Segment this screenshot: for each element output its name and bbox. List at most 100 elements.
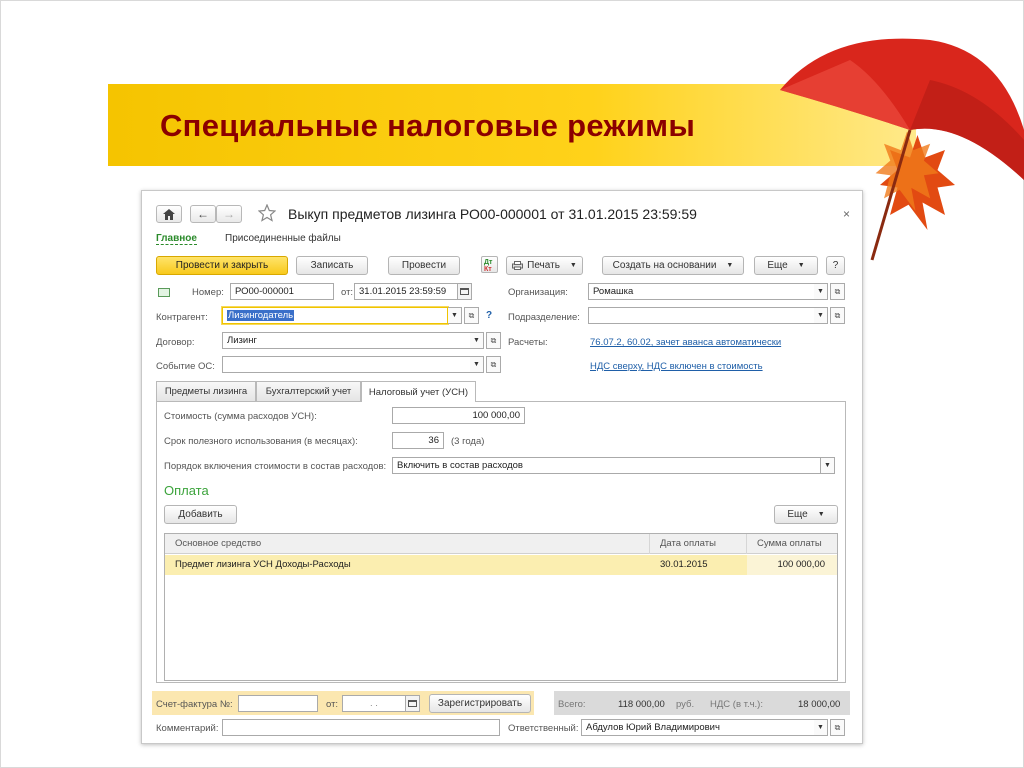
counterparty-open-icon[interactable]: ⧉ — [464, 307, 479, 324]
event-dropdown[interactable]: ▼ — [470, 356, 484, 373]
arrow-left-icon: ← — [197, 207, 209, 221]
home-icon — [163, 208, 175, 220]
term-field[interactable]: 36 — [392, 432, 444, 449]
chevron-down-icon: ▼ — [817, 511, 825, 518]
help-button[interactable]: ? — [826, 256, 845, 275]
settlements-label: Расчеты: — [508, 337, 548, 348]
more-label: Еще — [767, 260, 788, 271]
vat-value: 18 000,00 — [798, 699, 841, 710]
document-title: Выкуп предметов лизинга РО00-000001 от 3… — [288, 206, 697, 222]
document-status-icon — [158, 288, 170, 297]
dt-kt-icon[interactable]: Дт Кт — [481, 256, 498, 273]
responsible-field[interactable]: Абдулов Юрий Владимирович — [581, 719, 815, 736]
column-header-date[interactable]: Дата оплаты — [650, 534, 747, 554]
arrow-right-icon: → — [223, 207, 235, 221]
payment-table: Основное средство Дата оплаты Сумма опла… — [164, 533, 838, 681]
comment-field[interactable] — [222, 719, 500, 736]
row-date: 30.01.2015 — [660, 559, 708, 570]
contract-dropdown[interactable]: ▼ — [470, 332, 484, 349]
document-window: ← → Выкуп предметов лизинга РО00-000001 … — [141, 190, 863, 744]
cost-field[interactable]: 100 000,00 — [392, 407, 525, 424]
chevron-down-icon: ▼ — [797, 262, 805, 269]
print-label: Печать — [527, 260, 560, 271]
close-icon[interactable]: × — [843, 207, 850, 221]
number-field[interactable]: РО00-000001 — [230, 283, 334, 300]
tab-attached-files[interactable]: Присоединенные файлы — [225, 233, 341, 244]
responsible-dropdown[interactable]: ▼ — [814, 719, 828, 736]
payment-more-label: Еще — [787, 509, 808, 520]
event-label: Событие ОС: — [156, 361, 215, 372]
print-button[interactable]: Печать ▼ — [506, 256, 583, 275]
counterparty-dropdown[interactable]: ▼ — [448, 307, 462, 324]
star-icon[interactable] — [258, 204, 276, 222]
vat-link[interactable]: НДС сверху, НДС включен в стоимость — [590, 361, 763, 372]
tab-main[interactable]: Главное — [156, 233, 197, 245]
payment-more-button[interactable]: Еще ▼ — [774, 505, 838, 524]
responsible-open-icon[interactable]: ⧉ — [830, 719, 845, 736]
organization-field[interactable]: Ромашка — [588, 283, 815, 300]
contract-open-icon[interactable]: ⧉ — [486, 332, 501, 349]
more-button[interactable]: Еще ▼ — [754, 256, 818, 275]
total-label: Всего: — [558, 699, 586, 710]
invoice-number-field[interactable] — [238, 695, 318, 712]
counterparty-help-icon[interactable]: ? — [486, 310, 492, 321]
term-note: (3 года) — [451, 436, 485, 447]
date-label: от: — [341, 287, 354, 298]
organization-open-icon[interactable]: ⧉ — [830, 283, 845, 300]
division-dropdown[interactable]: ▼ — [814, 307, 828, 324]
chevron-down-icon: ▼ — [726, 262, 734, 269]
contract-label: Договор: — [156, 337, 195, 348]
settlements-link[interactable]: 76.07.2, 60.02, зачет аванса автоматичес… — [590, 337, 781, 348]
calendar-icon[interactable] — [457, 283, 472, 300]
responsible-label: Ответственный: — [508, 723, 579, 734]
payment-section-title: Оплата — [164, 483, 209, 498]
forward-button[interactable]: → — [216, 205, 242, 223]
division-open-icon[interactable]: ⧉ — [830, 307, 845, 324]
register-button[interactable]: Зарегистрировать — [429, 694, 531, 713]
event-field[interactable] — [222, 356, 471, 373]
column-header-asset[interactable]: Основное средство — [165, 534, 650, 554]
counterparty-field[interactable]: Лизингодатель — [222, 307, 448, 324]
create-based-on-button[interactable]: Создать на основании ▼ — [602, 256, 744, 275]
counterparty-label: Контрагент: — [156, 312, 208, 323]
create-based-on-label: Создать на основании — [612, 260, 717, 271]
invoice-label: Счет-фактура №: — [156, 699, 233, 710]
table-header: Основное средство Дата оплаты Сумма опла… — [165, 534, 837, 554]
invoice-date-label: от: — [326, 699, 339, 710]
invoice-date-field[interactable]: . . — [342, 695, 406, 712]
order-label: Порядок включения стоимости в состав рас… — [164, 461, 387, 472]
term-label: Срок полезного использования (в месяцах)… — [164, 436, 358, 447]
contract-field[interactable]: Лизинг — [222, 332, 471, 349]
slide-title: Специальные налоговые режимы — [160, 108, 696, 143]
printer-icon — [512, 261, 524, 270]
counterparty-value: Лизингодатель — [227, 310, 295, 321]
division-label: Подразделение: — [508, 312, 580, 323]
vat-label: НДС (в т.ч.): — [710, 699, 763, 710]
date-field[interactable]: 31.01.2015 23:59:59 — [354, 283, 458, 300]
event-open-icon[interactable]: ⧉ — [486, 356, 501, 373]
column-header-amount[interactable]: Сумма оплаты — [747, 534, 837, 554]
comment-label: Комментарий: — [156, 723, 219, 734]
organization-dropdown[interactable]: ▼ — [814, 283, 828, 300]
tab-leasing-items[interactable]: Предметы лизинга — [156, 381, 256, 401]
row-asset: Предмет лизинга УСН Доходы-Расходы — [175, 559, 351, 570]
order-field[interactable]: Включить в состав расходов — [392, 457, 821, 474]
back-button[interactable]: ← — [190, 205, 216, 223]
home-button[interactable] — [156, 205, 182, 223]
add-button[interactable]: Добавить — [164, 505, 237, 524]
save-button[interactable]: Записать — [296, 256, 368, 275]
invoice-calendar-icon[interactable] — [405, 695, 420, 712]
post-and-close-button[interactable]: Провести и закрыть — [156, 256, 288, 275]
number-label: Номер: — [192, 287, 224, 298]
total-value: 118 000,00 — [618, 699, 665, 710]
tab-accounting[interactable]: Бухгалтерский учет — [256, 381, 361, 401]
order-dropdown[interactable]: ▼ — [821, 457, 835, 474]
currency-label: руб. — [676, 699, 695, 710]
organization-label: Организация: — [508, 287, 568, 298]
chevron-down-icon: ▼ — [569, 262, 577, 269]
division-field[interactable] — [588, 307, 815, 324]
post-button[interactable]: Провести — [388, 256, 460, 275]
tab-tax-usn[interactable]: Налоговый учет (УСН) — [361, 381, 476, 402]
table-row[interactable]: Предмет лизинга УСН Доходы-Расходы 30.01… — [165, 555, 837, 575]
cost-label: Стоимость (сумма расходов УСН): — [164, 411, 317, 422]
